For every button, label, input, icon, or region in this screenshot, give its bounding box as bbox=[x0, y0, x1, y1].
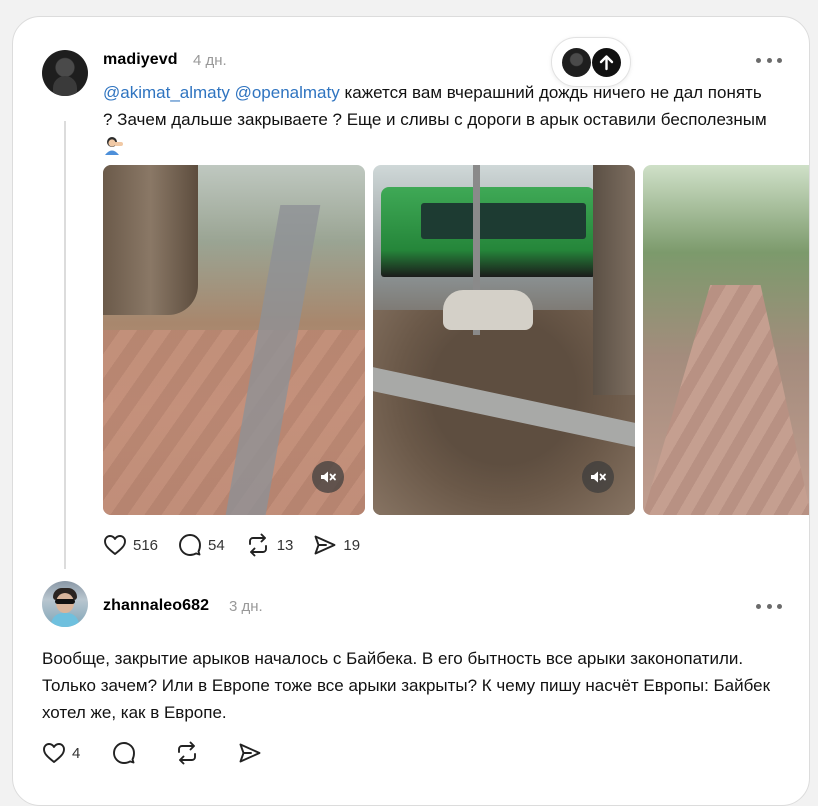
comment-icon bbox=[179, 534, 201, 556]
comment-count: 54 bbox=[208, 536, 225, 554]
repost-icon bbox=[248, 533, 267, 557]
post-media-video-2[interactable] bbox=[373, 165, 635, 515]
reply-like-count: 4 bbox=[72, 744, 81, 762]
volume-muted-icon[interactable] bbox=[582, 461, 614, 493]
pill-avatar bbox=[562, 48, 591, 77]
reply-author-avatar[interactable] bbox=[42, 581, 88, 627]
reply-repost-button[interactable] bbox=[174, 741, 206, 765]
post-author-avatar[interactable] bbox=[42, 50, 88, 96]
mention-akimat[interactable]: @akimat_almaty bbox=[103, 83, 230, 102]
comment-button[interactable]: 54 bbox=[178, 533, 225, 557]
volume-muted-icon[interactable] bbox=[312, 461, 344, 493]
thread-line bbox=[64, 121, 66, 569]
reply-time: 3 дн. bbox=[229, 598, 263, 615]
heart-icon bbox=[43, 743, 65, 763]
reply-more-icon[interactable] bbox=[756, 599, 782, 613]
share-icon bbox=[239, 743, 261, 763]
reply-author-username[interactable]: zhannaleo682 bbox=[103, 597, 209, 615]
share-button[interactable]: 19 bbox=[313, 534, 360, 556]
reply-comment-button[interactable] bbox=[112, 741, 142, 765]
reply-like-button[interactable]: 4 bbox=[42, 742, 80, 764]
post-text: @akimat_almaty @openalmaty кажется вам в… bbox=[103, 79, 773, 160]
post-media-image-3[interactable] bbox=[643, 165, 809, 515]
reply-actions: 4 bbox=[42, 741, 288, 765]
arrow-up-icon[interactable] bbox=[592, 48, 621, 77]
post-author-username[interactable]: madiyevd bbox=[103, 51, 178, 69]
post-actions: 516 54 13 19 bbox=[103, 533, 380, 557]
comment-icon bbox=[113, 742, 136, 764]
share-icon bbox=[314, 535, 336, 555]
reply-share-button[interactable] bbox=[238, 742, 268, 764]
person-facepalming-emoji bbox=[103, 135, 125, 155]
post-media-video-1[interactable] bbox=[103, 165, 365, 515]
repost-icon bbox=[178, 741, 197, 765]
like-button[interactable]: 516 bbox=[103, 534, 158, 556]
heart-icon bbox=[104, 535, 126, 555]
repost-count: 13 bbox=[276, 536, 294, 554]
repost-button[interactable]: 13 bbox=[245, 533, 294, 557]
post-more-icon[interactable] bbox=[756, 53, 782, 67]
feed-card: madiyevd 4 дн. @akimat_almaty @openalmat… bbox=[12, 16, 810, 806]
like-count: 516 bbox=[133, 536, 159, 554]
post-time: 4 дн. bbox=[193, 52, 227, 69]
share-count: 19 bbox=[343, 536, 361, 554]
reply-text: Вообще, закрытие арыков началось с Байбе… bbox=[42, 649, 771, 722]
mention-openalmaty[interactable]: @openalmaty bbox=[235, 83, 340, 102]
